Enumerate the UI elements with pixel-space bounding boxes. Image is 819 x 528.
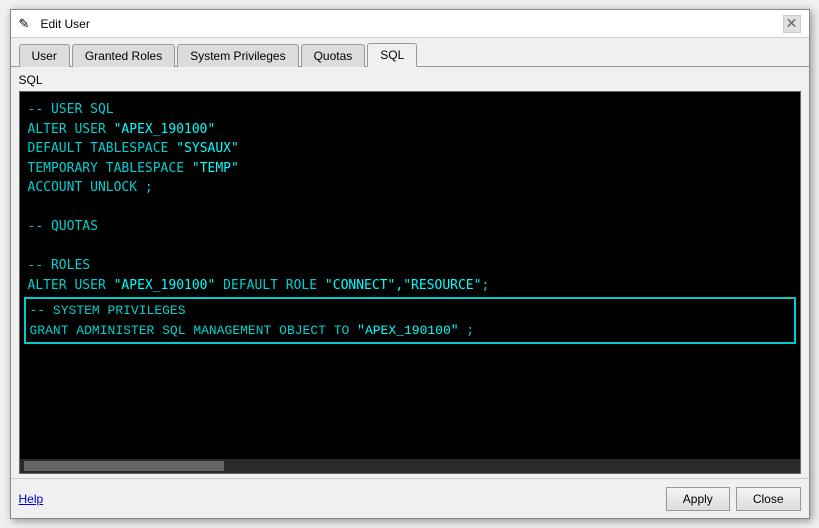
- horizontal-scrollbar-thumb[interactable]: [24, 461, 224, 471]
- sql-alter-user: ALTER USER: [28, 122, 114, 137]
- help-button[interactable]: Help: [19, 492, 44, 506]
- title-bar: ✎ Edit User ✕: [11, 10, 809, 38]
- sql-comment-user: -- USER SQL: [28, 102, 114, 117]
- window-icon: ✎: [19, 16, 35, 32]
- tab-user[interactable]: User: [19, 44, 70, 67]
- footer-left: Help: [19, 491, 44, 506]
- sql-comment-quotas: -- QUOTAS: [28, 219, 98, 234]
- close-button[interactable]: Close: [736, 487, 801, 511]
- sql-account-unlock: ACCOUNT UNLOCK ;: [28, 180, 153, 195]
- tab-bar: User Granted Roles System Privileges Quo…: [11, 38, 809, 67]
- horizontal-scrollbar[interactable]: [20, 459, 800, 473]
- edit-user-window: ✎ Edit User ✕ User Granted Roles System …: [10, 9, 810, 519]
- window-title: Edit User: [41, 17, 90, 31]
- sql-comment-roles: -- ROLES: [28, 258, 91, 273]
- window-close-button[interactable]: ✕: [783, 15, 801, 33]
- title-bar-left: ✎ Edit User: [19, 16, 90, 32]
- sql-editor-container: -- USER SQL ALTER USER "APEX_190100" DEF…: [19, 91, 801, 474]
- sql-default-tablespace: DEFAULT TABLESPACE: [28, 141, 177, 156]
- footer: Help Apply Close: [11, 478, 809, 518]
- tab-sql[interactable]: SQL: [367, 43, 417, 67]
- footer-right: Apply Close: [666, 487, 801, 511]
- sql-comment-syspriv: -- SYSTEM PRIVILEGES: [30, 303, 186, 318]
- sql-alter-user-role: ALTER USER: [28, 278, 114, 293]
- highlighted-block: -- SYSTEM PRIVILEGES GRANT ADMINISTER SQ…: [24, 297, 796, 344]
- tab-quotas[interactable]: Quotas: [301, 44, 366, 67]
- tab-system-privileges[interactable]: System Privileges: [177, 44, 298, 67]
- sql-temp-tablespace: TEMPORARY TABLESPACE: [28, 161, 192, 176]
- content-area: SQL -- USER SQL ALTER USER "APEX_190100"…: [11, 67, 809, 478]
- sql-section-label: SQL: [19, 73, 801, 87]
- apply-button[interactable]: Apply: [666, 487, 730, 511]
- sql-grant: GRANT ADMINISTER SQL MANAGEMENT OBJECT T…: [30, 323, 358, 338]
- tab-granted-roles[interactable]: Granted Roles: [72, 44, 175, 67]
- sql-editor[interactable]: -- USER SQL ALTER USER "APEX_190100" DEF…: [20, 92, 800, 459]
